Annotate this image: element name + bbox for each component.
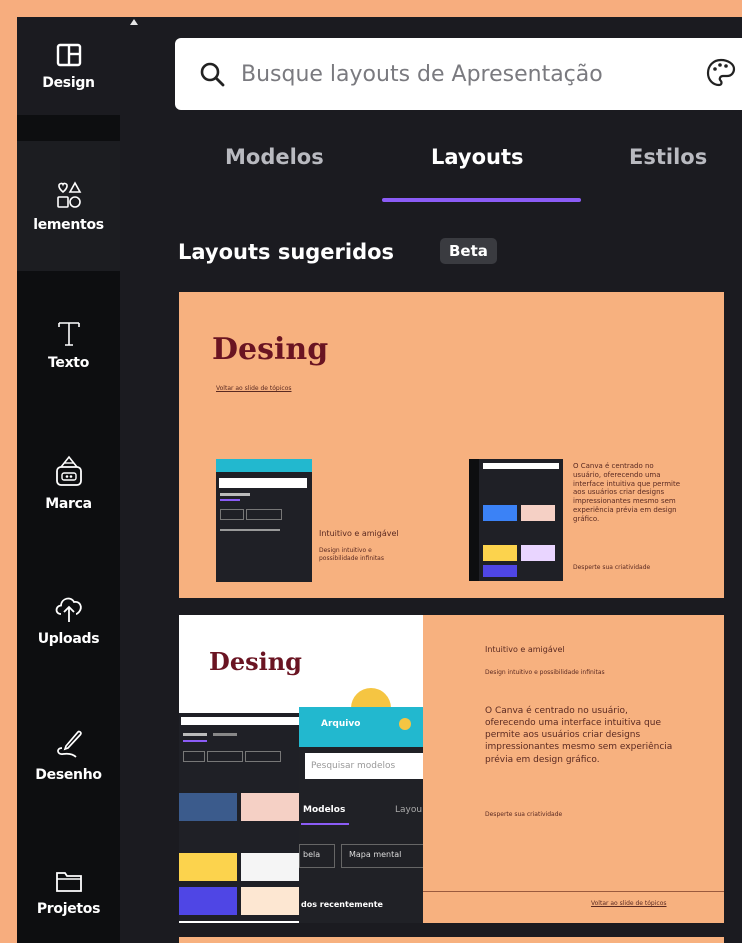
rail-item-uploads[interactable]: Uploads xyxy=(17,554,120,684)
right-cta: Desperte sua criatividade xyxy=(573,564,651,571)
rail-label-projects: Projetos xyxy=(36,900,101,917)
screenshot-tab-modelos: Modelos xyxy=(303,805,346,815)
beta-badge: Beta xyxy=(440,238,497,264)
screenshot-chip-bela: bela xyxy=(303,850,321,859)
rail-label-design: Design xyxy=(42,74,95,91)
brand-icon xyxy=(55,455,82,486)
canva-screenshot-thumbnail xyxy=(179,713,304,921)
layout-card[interactable]: Desing Arquivo Pesquisar modelos Modelos… xyxy=(179,615,724,923)
card-subheading: Design intuitivo e possibilidade infinit… xyxy=(485,669,605,676)
search-input[interactable] xyxy=(241,61,661,87)
text-icon xyxy=(57,321,80,346)
draw-icon xyxy=(56,730,82,758)
palette-icon[interactable] xyxy=(706,57,736,89)
tab-modelos[interactable]: Modelos xyxy=(225,145,324,169)
screenshot-chip-mapa: Mapa mental xyxy=(349,850,402,859)
screenshot-tab-layouts: Layou xyxy=(395,805,423,815)
card-title: Desing xyxy=(212,332,329,367)
rail-label-uploads: Uploads xyxy=(37,630,100,647)
rail-label-elements: lementos xyxy=(33,216,104,233)
left-subcaption: Design intuitivo e possibilidade infinit… xyxy=(319,547,384,562)
folder-icon xyxy=(55,871,82,892)
tab-estilos[interactable]: Estilos xyxy=(629,145,707,169)
screenshot-search-placeholder: Pesquisar modelos xyxy=(311,761,396,771)
card-cta: Desperte sua criatividade xyxy=(485,811,563,818)
arquivo-menu-label: Arquivo xyxy=(321,719,361,729)
side-rail: Design lementos Texto Marca Uploads Dese… xyxy=(17,17,120,943)
upload-icon xyxy=(55,597,82,622)
tab-layouts[interactable]: Layouts xyxy=(431,145,524,169)
collapse-arrow-icon[interactable] xyxy=(130,19,138,25)
editor-panel: Design lementos Texto Marca Uploads Dese… xyxy=(17,17,742,943)
rail-label-text: Texto xyxy=(47,354,90,371)
card-heading: Intuitivo e amigável xyxy=(485,645,565,654)
card-body: O Canva é centrado no usuário, oferecend… xyxy=(485,706,673,765)
active-tab-indicator xyxy=(382,198,581,202)
back-link: Voltar ao slide de tópicos xyxy=(216,385,292,392)
layout-card[interactable]: Desing Voltar ao slide de tópicos Intuit… xyxy=(179,292,724,598)
card-title: Desing xyxy=(209,647,302,676)
left-caption: Intuitivo e amigável xyxy=(319,529,399,538)
section-title: Layouts sugeridos xyxy=(178,240,395,264)
layout-card[interactable] xyxy=(179,937,724,943)
search-bar[interactable] xyxy=(175,38,742,110)
rail-item-elements[interactable]: lementos xyxy=(17,141,120,271)
search-icon xyxy=(200,62,225,87)
rail-item-design[interactable]: Design xyxy=(17,17,120,115)
right-body: O Canva é centrado no usuário, oferecend… xyxy=(573,462,681,523)
canva-screenshot-thumbnail xyxy=(469,459,563,581)
canva-screenshot-thumbnail xyxy=(216,459,312,582)
rail-item-text[interactable]: Texto xyxy=(17,279,120,409)
rail-item-draw[interactable]: Desenho xyxy=(17,689,120,819)
rail-label-draw: Desenho xyxy=(35,766,102,783)
rail-item-brand[interactable]: Marca xyxy=(17,417,120,547)
rail-item-projects[interactable]: Projetos xyxy=(17,827,120,943)
rail-label-brand: Marca xyxy=(45,495,92,512)
canva-screenshot-large: Arquivo Pesquisar modelos Modelos Layou … xyxy=(299,707,423,923)
screenshot-recent: dos recentemente xyxy=(301,900,383,909)
layout-icon xyxy=(56,43,81,66)
back-link: Voltar ao slide de tópicos xyxy=(591,900,667,907)
elements-icon xyxy=(56,180,81,208)
